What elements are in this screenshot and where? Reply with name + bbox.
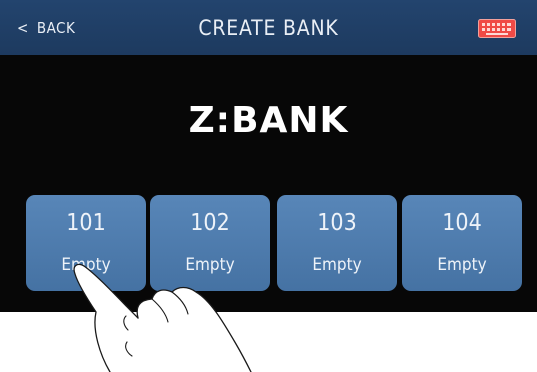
device-screen: < BACK CREATE BANK Z:BANK 101 Empty 102 … <box>0 0 537 312</box>
bank-name: Z:BANK <box>188 100 349 141</box>
bank-slot-103[interactable]: 103 Empty <box>277 195 397 291</box>
slot-number: 102 <box>190 210 230 236</box>
slot-status: Empty <box>185 255 235 275</box>
bank-slot-101[interactable]: 101 Empty <box>26 195 146 291</box>
slot-status: Empty <box>61 255 111 275</box>
bank-slot-104[interactable]: 104 Empty <box>402 195 522 291</box>
slot-number: 101 <box>66 210 106 236</box>
slot-status: Empty <box>437 255 487 275</box>
slot-number: 103 <box>317 210 357 236</box>
header-bar: < BACK CREATE BANK <box>0 0 537 55</box>
slot-status: Empty <box>312 255 362 275</box>
page-title: CREATE BANK <box>198 15 339 40</box>
keyboard-icon[interactable] <box>478 19 516 38</box>
slot-number: 104 <box>442 210 482 236</box>
bank-slot-102[interactable]: 102 Empty <box>150 195 270 291</box>
